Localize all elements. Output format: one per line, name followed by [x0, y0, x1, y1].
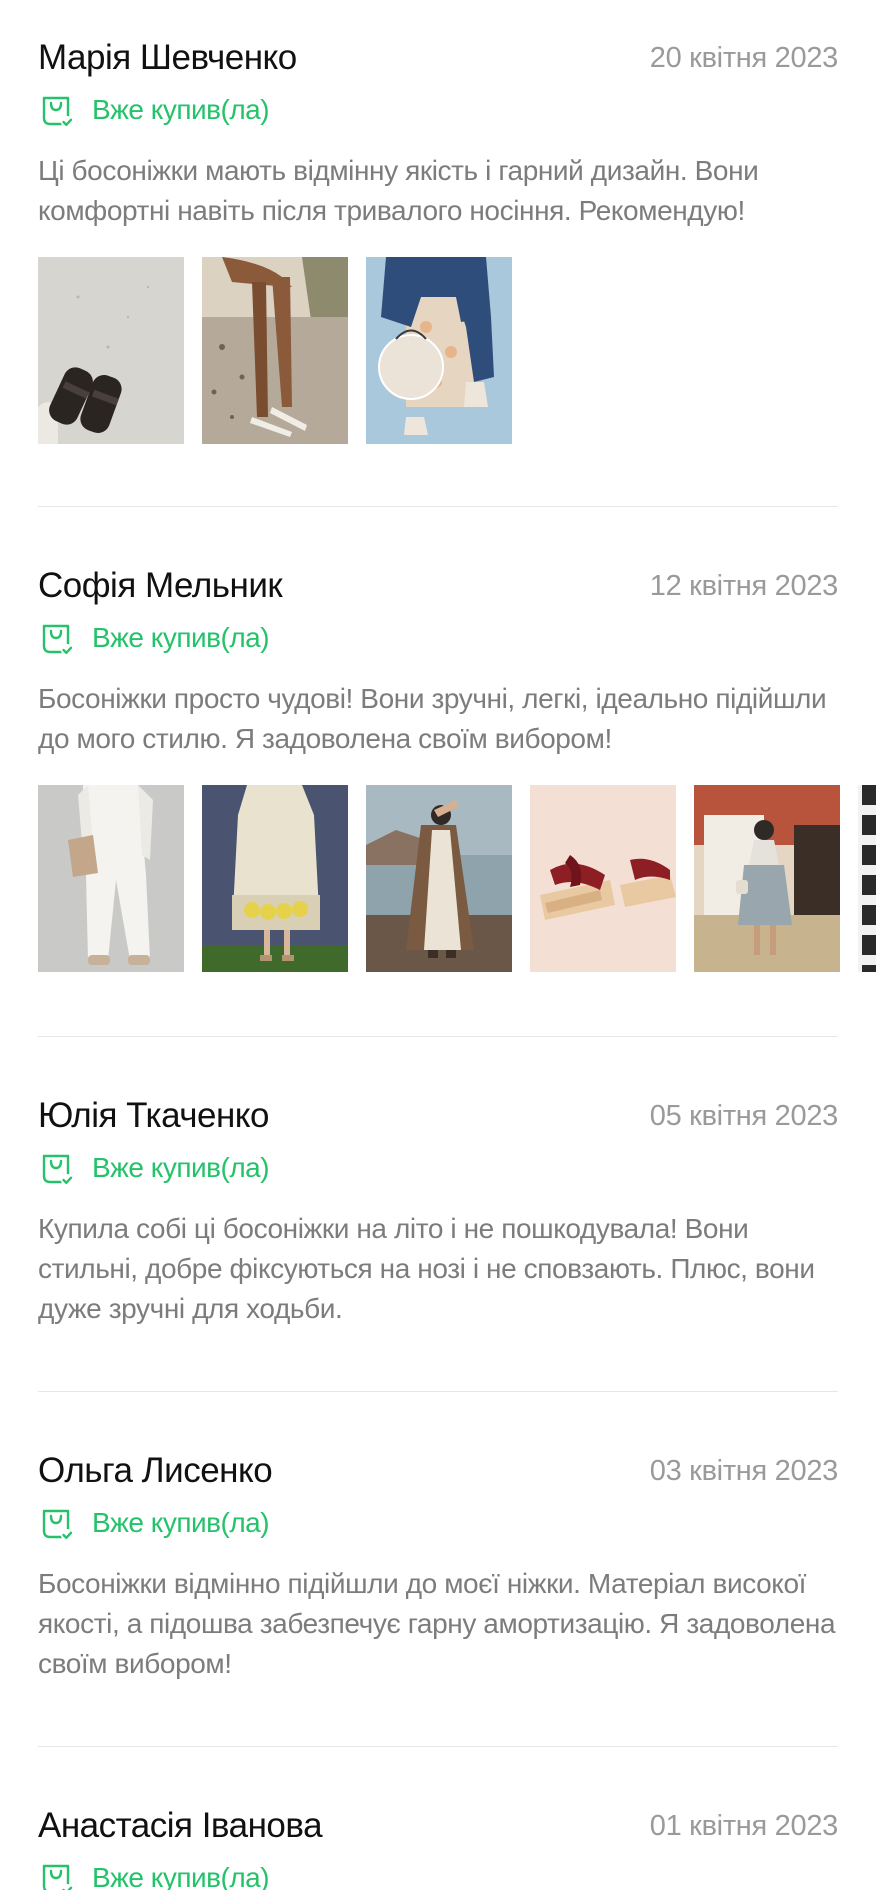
shopping-bag-check-icon: [38, 1860, 74, 1890]
verified-purchase-badge: Вже купив(ла): [38, 90, 838, 130]
review-photo[interactable]: [366, 257, 512, 444]
review-photo[interactable]: [530, 785, 676, 972]
verified-purchase-badge: Вже купив(ла): [38, 1148, 838, 1188]
review-item: Ольга Лисенко 03 квітня 2023 Вже купив(л…: [38, 1449, 838, 1684]
review-date: 05 квітня 2023: [649, 1100, 839, 1132]
verified-purchase-badge: Вже купив(ла): [38, 618, 838, 658]
review-date: 01 квітня 2023: [649, 1810, 839, 1842]
review-date: 12 квітня 2023: [649, 570, 839, 602]
review-photo[interactable]: [202, 785, 348, 972]
reviews-page: Марія Шевченко 20 квітня 2023 Вже купив(…: [0, 0, 876, 1890]
verified-purchase-badge: Вже купив(ла): [38, 1858, 838, 1890]
review-author: Анастасія Іванова: [38, 1806, 323, 1845]
verified-purchase-label: Вже купив(ла): [92, 94, 270, 125]
review-photo[interactable]: [38, 785, 184, 972]
review-photos: [38, 785, 876, 972]
review-photo[interactable]: [366, 785, 512, 972]
review-header: Анастасія Іванова 01 квітня 2023: [38, 1804, 838, 1848]
review-header: Ольга Лисенко 03 квітня 2023: [38, 1449, 838, 1493]
shopping-bag-check-icon: [38, 1505, 74, 1541]
review-item: Софія Мельник 12 квітня 2023 Вже купив(л…: [38, 564, 876, 972]
review-text: Ці босоніжки мають відмінну якість і гар…: [38, 155, 759, 226]
review-date: 20 квітня 2023: [649, 42, 839, 74]
verified-purchase-label: Вже купив(ла): [92, 1862, 270, 1890]
review-photo[interactable]: [38, 257, 184, 444]
shopping-bag-check-icon: [38, 620, 74, 656]
review-author: Софія Мельник: [38, 566, 283, 605]
verified-purchase-label: Вже купив(ла): [92, 622, 270, 653]
review-author: Ольга Лисенко: [38, 1451, 273, 1490]
review-header: Марія Шевченко 20 квітня 2023: [38, 36, 838, 80]
review-date: 03 квітня 2023: [649, 1455, 839, 1487]
shopping-bag-check-icon: [38, 1150, 74, 1186]
verified-purchase-badge: Вже купив(ла): [38, 1503, 838, 1543]
review-header: Юлія Ткаченко 05 квітня 2023: [38, 1094, 838, 1138]
verified-purchase-label: Вже купив(ла): [92, 1507, 270, 1538]
review-text: Купила собі ці босоніжки на літо і не по…: [38, 1213, 815, 1324]
review-item: Юлія Ткаченко 05 квітня 2023 Вже купив(л…: [38, 1094, 838, 1329]
review-text: Босоніжки просто чудові! Вони зручні, ле…: [38, 683, 827, 754]
review-author: Юлія Ткаченко: [38, 1096, 269, 1135]
review-photo[interactable]: [858, 785, 876, 972]
review-photo[interactable]: [694, 785, 840, 972]
review-author: Марія Шевченко: [38, 38, 297, 77]
divider: [38, 1391, 838, 1392]
shopping-bag-check-icon: [38, 92, 74, 128]
verified-purchase-label: Вже купив(ла): [92, 1152, 270, 1183]
review-photo[interactable]: [202, 257, 348, 444]
review-header: Софія Мельник 12 квітня 2023: [38, 564, 838, 608]
review-item: Марія Шевченко 20 квітня 2023 Вже купив(…: [38, 36, 838, 444]
divider: [38, 1746, 838, 1747]
review-photos: [38, 257, 838, 444]
review-text: Босоніжки відмінно підійшли до моєї ніжк…: [38, 1568, 836, 1679]
divider: [38, 1036, 838, 1037]
review-item: Анастасія Іванова 01 квітня 2023 Вже куп…: [38, 1804, 838, 1890]
divider: [38, 506, 838, 507]
